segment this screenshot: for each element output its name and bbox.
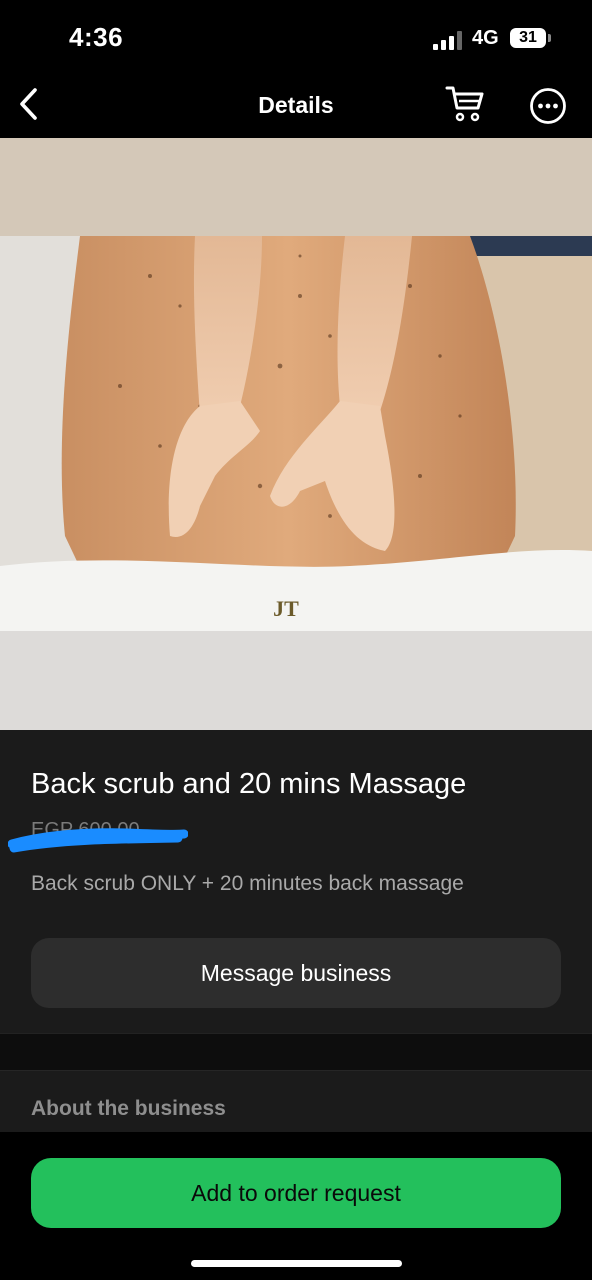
nav-bar: Details: [0, 76, 592, 138]
more-options-button[interactable]: [528, 86, 568, 126]
status-bar: 4:36 4G 31: [0, 0, 592, 76]
cart-button[interactable]: [444, 84, 488, 124]
network-type: 4G: [472, 27, 499, 49]
about-section[interactable]: About the business: [0, 1070, 592, 1133]
price-redaction-scribble: [8, 828, 188, 853]
battery-nub: [548, 34, 551, 42]
signal-icon: [433, 30, 463, 50]
cart-icon: [445, 86, 484, 122]
bottom-action-bar: Add to order request: [0, 1132, 592, 1280]
image-padding-bottom: [0, 631, 592, 730]
status-time: 4:36: [69, 22, 124, 52]
image-padding-top: [0, 138, 592, 236]
more-horizontal-icon: [530, 88, 566, 124]
message-business-button[interactable]: Message business: [31, 938, 561, 1008]
massage-photo: JT: [0, 236, 592, 631]
page-title: Details: [258, 92, 334, 118]
about-business-heading: About the business: [31, 1097, 226, 1120]
add-to-order-button[interactable]: Add to order request: [31, 1158, 561, 1228]
home-indicator: [191, 1260, 402, 1267]
massage-illustration: JT: [0, 236, 592, 631]
logo-mark: JT: [273, 596, 299, 621]
product-title: Back scrub and 20 mins Massage: [31, 768, 467, 800]
product-image[interactable]: JT: [0, 138, 592, 730]
battery-icon: 31: [510, 28, 546, 48]
section-divider: [0, 1033, 592, 1071]
product-details: Back scrub and 20 mins Massage EGP 600.0…: [0, 730, 592, 1033]
product-description: Back scrub ONLY + 20 minutes back massag…: [31, 872, 464, 895]
